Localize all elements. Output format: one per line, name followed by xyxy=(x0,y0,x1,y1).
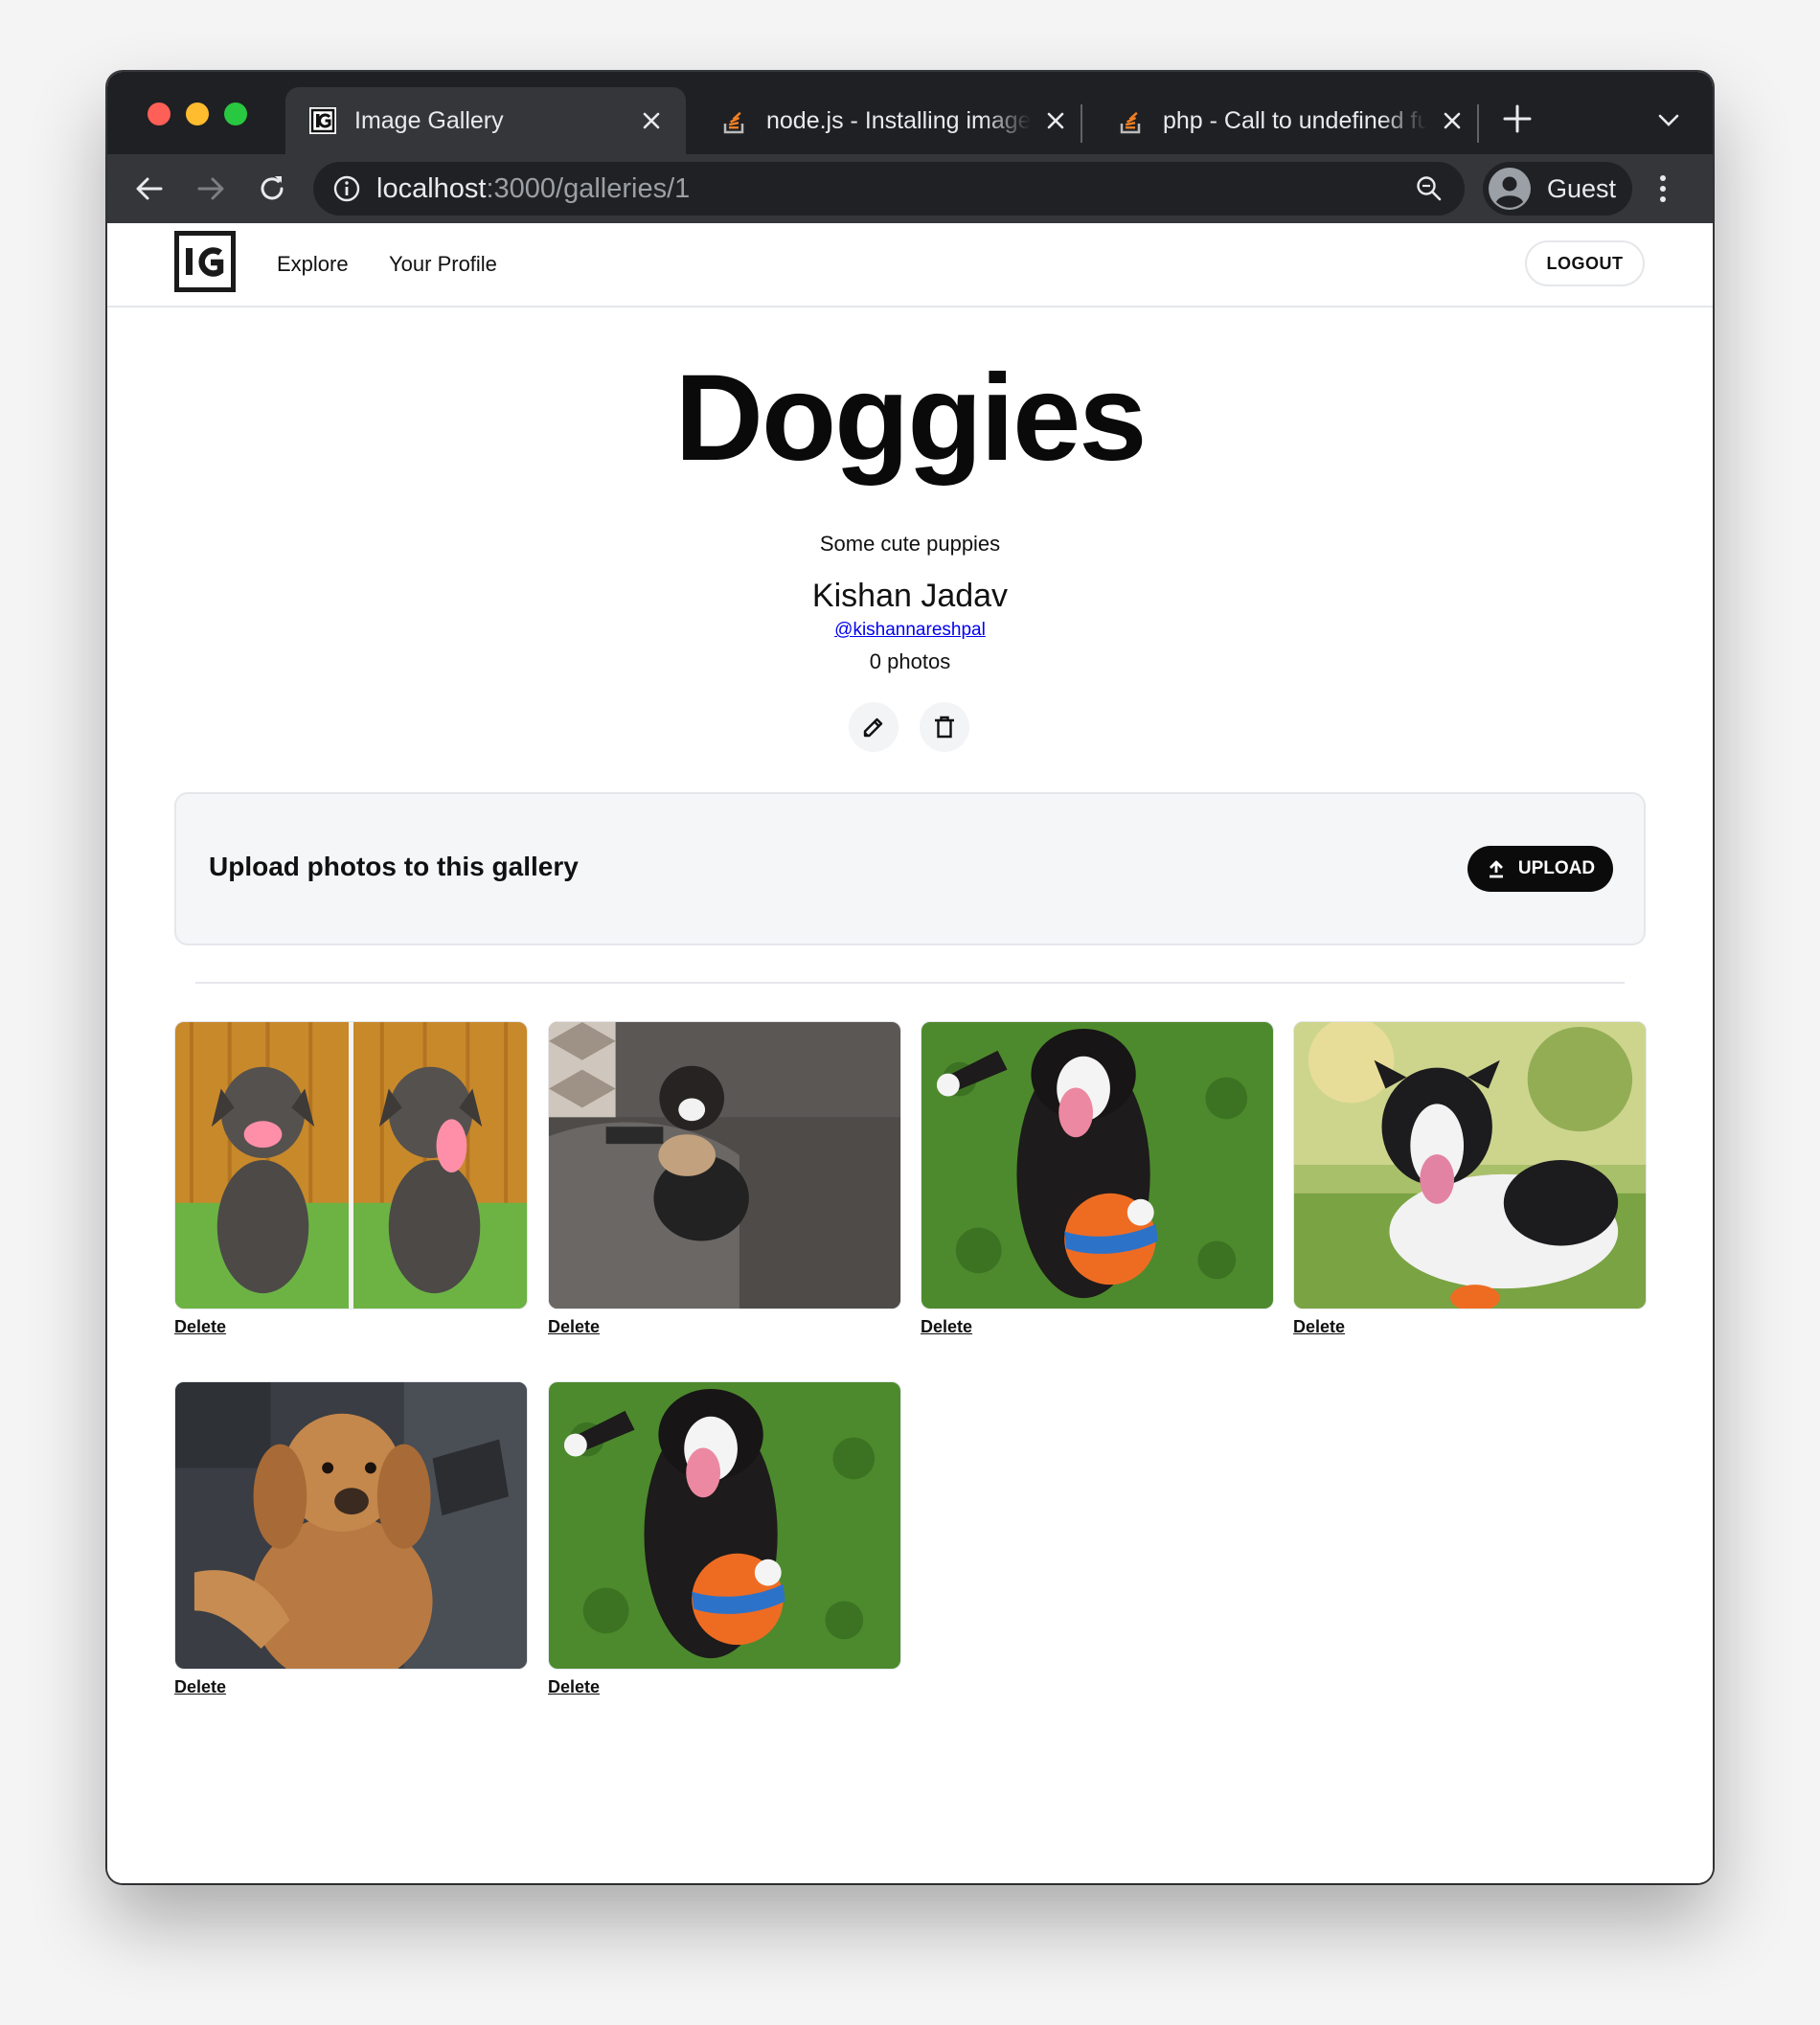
delete-photo-link[interactable]: Delete xyxy=(921,1317,972,1337)
profile-name: Guest xyxy=(1547,173,1617,203)
delete-photo-link[interactable]: Delete xyxy=(1293,1317,1345,1337)
pencil-icon xyxy=(863,717,883,738)
photo-thumbnail[interactable] xyxy=(548,1381,901,1670)
photo-thumbnail[interactable] xyxy=(548,1021,901,1309)
photo-card: Delete xyxy=(921,1021,1274,1337)
tab-image-gallery[interactable]: Image Gallery xyxy=(285,87,686,154)
upload-label: Upload photos to this gallery xyxy=(209,852,579,881)
url-path: :3000/galleries/1 xyxy=(486,172,691,204)
address-bar[interactable]: localhost:3000/galleries/1 xyxy=(313,162,1465,216)
app-logo[interactable] xyxy=(174,231,236,292)
more-options-icon[interactable] xyxy=(1657,173,1669,204)
photo-dog-with-ball xyxy=(549,1382,900,1669)
tab-strip: Image Gallery node.js - Installing image xyxy=(107,72,1713,154)
delete-photo-link[interactable]: Delete xyxy=(548,1677,600,1697)
photo-card: Delete xyxy=(174,1021,528,1337)
minimize-window-button[interactable] xyxy=(186,102,209,125)
photo-card: Delete xyxy=(1293,1021,1647,1337)
tab-separator xyxy=(1081,104,1082,143)
avatar-icon xyxy=(1489,168,1531,210)
forward-arrow-icon[interactable] xyxy=(193,171,228,206)
profile-button[interactable]: Guest xyxy=(1483,162,1632,216)
delete-photo-link[interactable]: Delete xyxy=(548,1317,600,1337)
photo-count: 0 photos xyxy=(869,649,951,673)
nav-explore[interactable]: Explore xyxy=(277,252,349,277)
photo-thumbnail[interactable] xyxy=(1293,1021,1647,1309)
upload-panel: Upload photos to this gallery UPLOAD xyxy=(174,792,1646,945)
photo-two-puppies xyxy=(175,1022,527,1308)
upload-icon xyxy=(1489,860,1503,878)
maximize-window-button[interactable] xyxy=(224,102,247,125)
tab-title: php - Call to undefined fu xyxy=(1163,106,1427,134)
photo-card: Delete xyxy=(548,1021,901,1337)
browser-toolbar: localhost:3000/galleries/1 Guest xyxy=(107,154,1713,223)
page-content: Explore Your Profile LOGOUT Doggies Some… xyxy=(107,223,1713,1883)
gallery-description: Some cute puppies xyxy=(819,532,1001,556)
owner-name: Kishan Jadav xyxy=(811,578,1009,614)
url-text: localhost:3000/galleries/1 xyxy=(376,173,690,205)
trash-icon xyxy=(935,716,954,739)
browser-window: Image Gallery node.js - Installing image xyxy=(107,72,1713,1883)
photo-dog-on-couch xyxy=(549,1022,900,1308)
edit-gallery-button[interactable] xyxy=(849,702,899,752)
reload-icon[interactable] xyxy=(255,171,289,206)
photo-thumbnail[interactable] xyxy=(174,1021,528,1309)
owner-handle-link[interactable]: @kishannareshpal xyxy=(107,620,1713,641)
divider xyxy=(195,982,1625,984)
upload-button[interactable]: UPLOAD xyxy=(1467,846,1613,892)
gallery-title: Doggies xyxy=(674,350,1148,487)
gallery-logo-icon xyxy=(309,107,336,134)
nav-your-profile[interactable]: Your Profile xyxy=(389,252,497,277)
delete-photo-link[interactable]: Delete xyxy=(174,1677,226,1697)
photo-card: Delete xyxy=(174,1381,528,1697)
app-navbar: Explore Your Profile LOGOUT xyxy=(107,223,1713,307)
photo-thumbnail[interactable] xyxy=(174,1381,528,1670)
stackoverflow-icon xyxy=(1120,111,1141,134)
url-host: localhost xyxy=(376,172,487,204)
chevron-down-icon[interactable] xyxy=(1655,108,1682,131)
close-window-button[interactable] xyxy=(148,102,171,125)
tab-nodejs[interactable]: node.js - Installing image xyxy=(709,87,1079,154)
tab-separator xyxy=(1477,104,1479,143)
tab-php[interactable]: php - Call to undefined fu xyxy=(1105,87,1475,154)
photo-golden-puppy xyxy=(175,1382,527,1669)
stackoverflow-icon xyxy=(723,111,744,134)
tab-title: Image Gallery xyxy=(354,106,504,134)
photo-border-collie xyxy=(1294,1022,1646,1308)
photo-thumbnail[interactable] xyxy=(921,1021,1274,1309)
upload-button-label: UPLOAD xyxy=(1517,858,1596,878)
new-tab-icon[interactable] xyxy=(1501,102,1534,135)
zoom-icon[interactable] xyxy=(1415,174,1444,203)
close-tab-icon[interactable] xyxy=(640,109,663,132)
delete-photo-link[interactable]: Delete xyxy=(174,1317,226,1337)
back-arrow-icon[interactable] xyxy=(132,171,167,206)
close-tab-icon[interactable] xyxy=(1441,109,1464,132)
photo-card: Delete xyxy=(548,1381,901,1697)
delete-gallery-button[interactable] xyxy=(920,702,969,752)
photo-dog-with-ball xyxy=(921,1022,1273,1308)
tab-title: node.js - Installing image xyxy=(766,106,1031,134)
logout-button[interactable]: LOGOUT xyxy=(1525,240,1645,286)
close-tab-icon[interactable] xyxy=(1044,109,1067,132)
site-info-icon[interactable] xyxy=(332,174,361,203)
